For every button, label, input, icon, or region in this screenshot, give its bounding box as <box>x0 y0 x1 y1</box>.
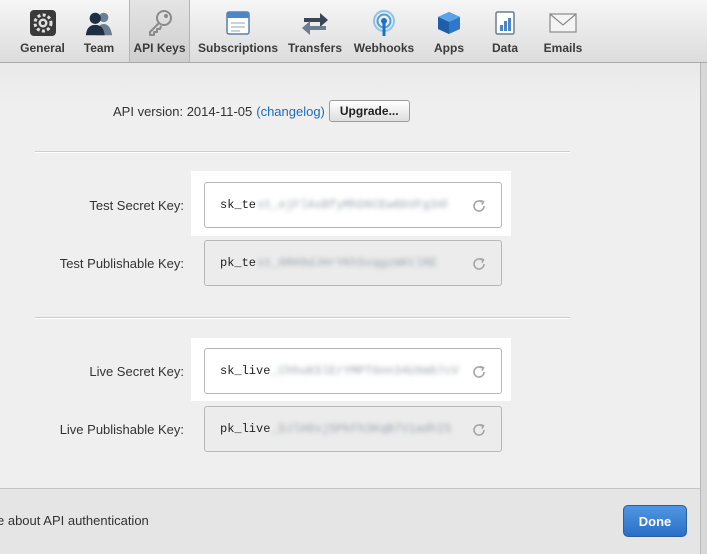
tab-general-label: General <box>20 41 65 55</box>
tab-apps-label: Apps <box>434 41 464 55</box>
test-publishable-key-label: Test Publishable Key: <box>59 256 184 271</box>
api-version-text: API version: 2014-11-05 <box>113 103 253 119</box>
subscriptions-icon <box>223 8 253 38</box>
webhooks-icon <box>369 8 399 38</box>
tab-subscriptions[interactable]: Subscriptions <box>198 0 278 62</box>
tab-team[interactable]: Team <box>77 0 121 62</box>
tab-emails-label: Emails <box>543 41 583 55</box>
data-icon <box>490 8 520 38</box>
test-publishable-key-masked: st_0RH9dJHrYKhSvqgzmKtlRE <box>257 256 438 270</box>
roll-key-icon[interactable] <box>471 422 487 438</box>
tab-general[interactable]: General <box>14 0 71 62</box>
live-publishable-key-masked: _DJlH8xj5PkFh3KqB7V1adhI5 <box>271 422 452 436</box>
tab-api-keys[interactable]: API Keys <box>129 0 190 62</box>
apps-icon <box>434 8 464 38</box>
api-version-row: API version: 2014-11-05 (changelog) Upgr… <box>113 100 410 122</box>
envelope-icon <box>548 8 578 38</box>
window-edge <box>700 63 707 554</box>
test-secret-key-prefix: sk_te <box>220 198 257 212</box>
gear-icon <box>28 8 58 38</box>
tab-data[interactable]: Data <box>488 0 522 62</box>
transfers-icon <box>300 8 330 38</box>
test-secret-key-masked: st_ejFlAsBfyMhD6CEw6bVFg34h <box>257 198 448 212</box>
tab-apps[interactable]: Apps <box>430 0 468 62</box>
roll-key-icon[interactable] <box>471 256 487 272</box>
live-publishable-key-prefix: pk_live <box>220 422 271 436</box>
preferences-toolbar: General Team API Keys Subscriptions Tran… <box>0 0 707 63</box>
live-publishable-key-field[interactable]: pk_live _DJlH8xj5PkFh3KqB7V1adhI5 <box>204 406 502 452</box>
tab-data-label: Data <box>491 41 518 55</box>
tab-transfers-label: Transfers <box>287 41 343 55</box>
test-publishable-key-field[interactable]: pk_te st_0RH9dJHrYKhSvqgzmKtlRE <box>204 240 502 286</box>
tab-api-keys-label: API Keys <box>133 41 186 55</box>
test-publishable-key-prefix: pk_te <box>220 256 257 270</box>
divider <box>35 151 570 153</box>
test-secret-key-field[interactable]: sk_te st_ejFlAsBfyMhD6CEw6bVFg34h <box>204 182 502 228</box>
upgrade-button[interactable]: Upgrade... <box>328 100 410 122</box>
tab-webhooks[interactable]: Webhooks <box>352 0 416 62</box>
tab-emails[interactable]: Emails <box>540 0 586 62</box>
tab-webhooks-label: Webhooks <box>353 41 415 55</box>
changelog-link[interactable]: (changelog) <box>256 104 325 119</box>
live-publishable-key-label: Live Publishable Key: <box>59 422 184 437</box>
tab-team-label: Team <box>83 41 115 55</box>
team-icon <box>84 8 114 38</box>
divider <box>35 317 570 319</box>
tab-transfers[interactable]: Transfers <box>286 0 344 62</box>
roll-key-icon[interactable] <box>471 364 487 380</box>
test-secret-key-label: Test Secret Key: <box>89 198 184 213</box>
live-secret-key-prefix: sk_live <box>220 364 271 378</box>
done-button[interactable]: Done <box>623 505 687 537</box>
roll-key-icon[interactable] <box>471 198 487 214</box>
key-icon <box>145 8 175 38</box>
api-authentication-link[interactable]: e about API authentication <box>0 513 149 528</box>
live-secret-key-label: Live Secret Key: <box>89 364 184 379</box>
live-secret-key-masked: _ChhuKSlErYMPTGnn34UXmb7cV <box>271 364 459 378</box>
tab-subscriptions-label: Subscriptions <box>198 41 279 55</box>
dialog-footer: e about API authentication Done <box>0 488 700 554</box>
live-secret-key-field[interactable]: sk_live _ChhuKSlErYMPTGnn34UXmb7cV <box>204 348 502 394</box>
